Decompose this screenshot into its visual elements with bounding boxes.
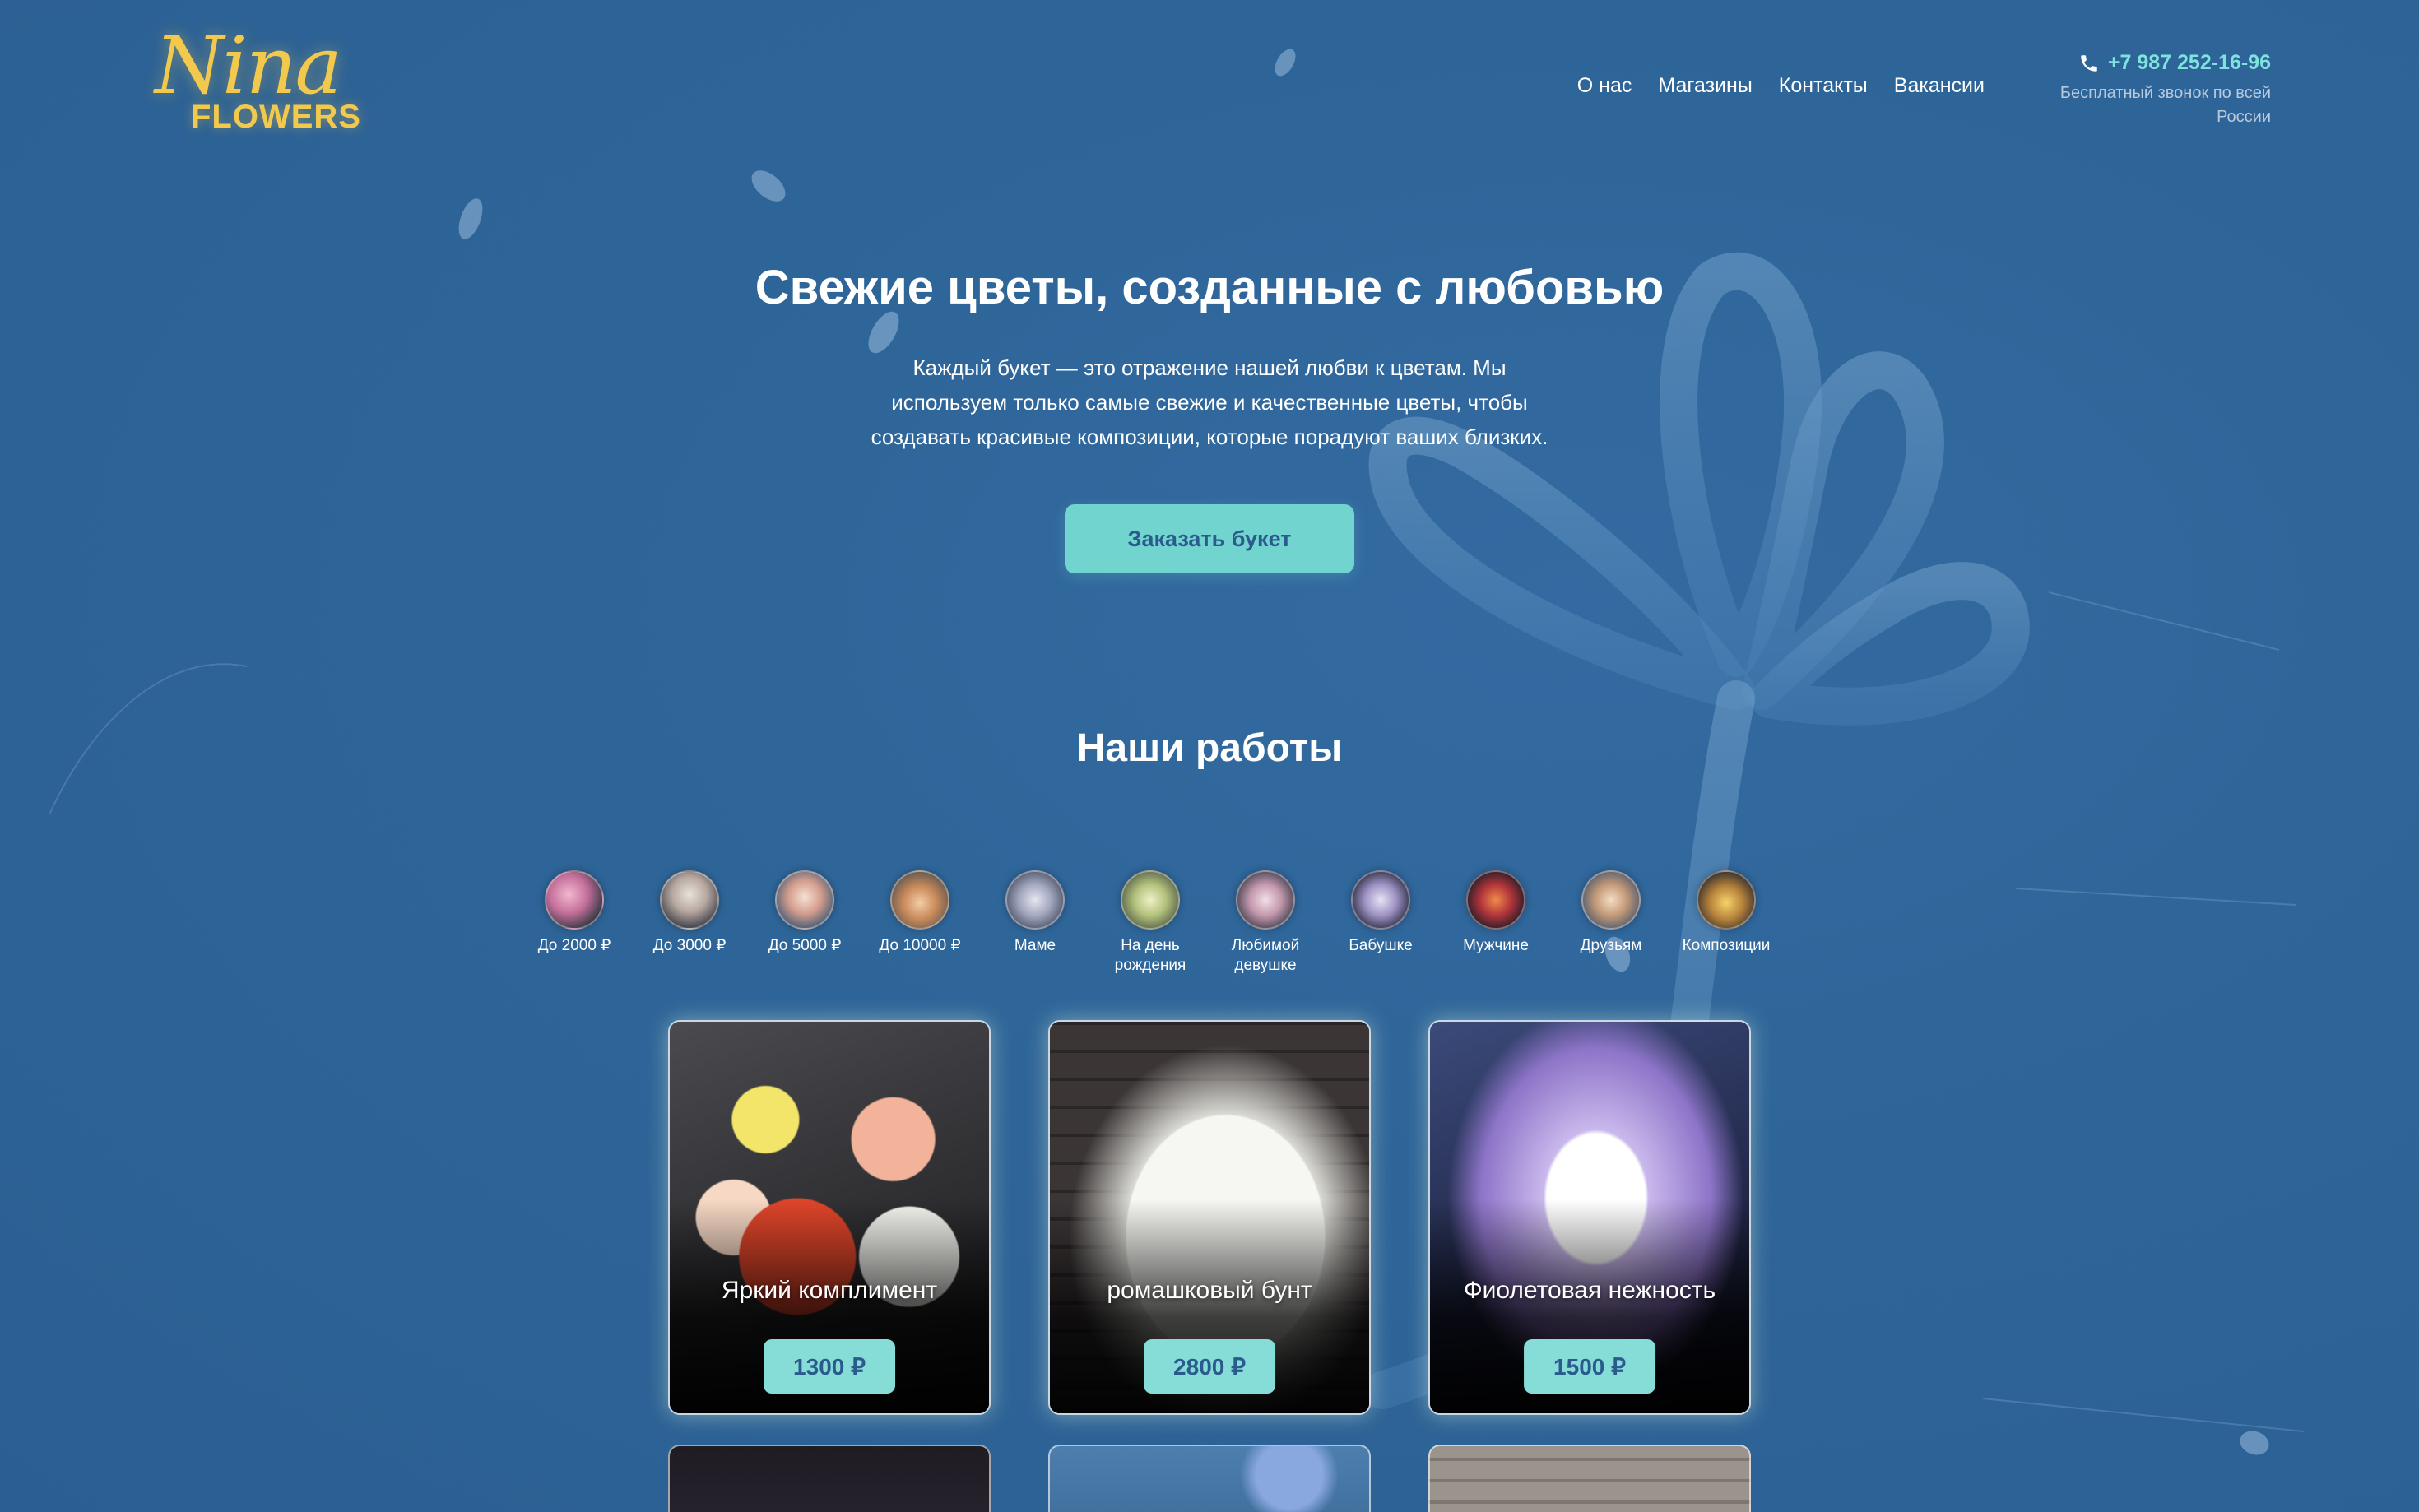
category-item[interactable]: До 5000 ₽	[747, 870, 862, 976]
product-title: ромашковый бунт	[1107, 1277, 1312, 1304]
main-nav: О нас Магазины Контакты Вакансии	[1577, 74, 1985, 98]
hero-text-line: создавать красивые композиции, которые п…	[871, 424, 1548, 449]
category-item[interactable]: Композиции	[1669, 870, 1784, 976]
category-label: Мужчине	[1463, 937, 1529, 954]
phone-icon	[2081, 54, 2097, 72]
category-item[interactable]: Бабушке	[1323, 870, 1438, 976]
category-thumbnail	[1005, 870, 1065, 930]
product-title: Фиолетовая нежность	[1463, 1277, 1716, 1304]
category-label: До 5000 ₽	[768, 937, 842, 954]
works-title: Наши работы	[1076, 726, 1343, 770]
product-price-button[interactable]: 1300 ₽	[764, 1339, 895, 1394]
nav-item-contacts[interactable]: Контакты	[1779, 74, 1868, 98]
phone-link[interactable]: +7 987 252-16-96	[2108, 51, 2271, 75]
category-item[interactable]: Друзьям	[1553, 870, 1669, 976]
product-card-partial[interactable]	[1048, 1445, 1371, 1512]
category-item[interactable]: На день рождения	[1093, 870, 1208, 976]
product-grid: Яркий комплимент 1300 ₽ ромашковый бунт …	[668, 1020, 1751, 1512]
product-card-partial[interactable]	[1428, 1445, 1751, 1512]
category-label: Любимой девушке	[1231, 937, 1300, 974]
phone-note-line: России	[2217, 108, 2271, 126]
category-item[interactable]: До 10000 ₽	[862, 870, 977, 976]
logo-word-text: FLOWERS	[191, 99, 361, 135]
product-card[interactable]: Яркий комплимент 1300 ₽	[668, 1020, 991, 1415]
hero-text-line: Каждый букет — это отражение нашей любви…	[912, 355, 1507, 380]
category-label: До 3000 ₽	[652, 937, 727, 954]
category-label: На день рождения	[1114, 937, 1186, 974]
category-thumbnail	[1236, 870, 1295, 930]
hero-description: Каждый букет — это отражение нашей любви…	[831, 350, 1588, 454]
category-label: Бабушке	[1349, 937, 1413, 954]
brand-logo[interactable]: Nina FLOWERS	[155, 20, 360, 151]
category-label: До 10000 ₽	[879, 937, 961, 954]
phone-note: Бесплатный звонок по всей России	[2008, 81, 2271, 129]
product-card[interactable]: ромашковый бунт 2800 ₽	[1048, 1020, 1371, 1415]
category-thumbnail	[660, 870, 719, 930]
category-label: Маме	[1014, 937, 1056, 954]
contact-block: +7 987 252-16-96 Бесплатный звонок по вс…	[2008, 51, 2271, 129]
category-thumbnail	[545, 870, 604, 930]
nav-item-stores[interactable]: Магазины	[1658, 74, 1752, 98]
category-thumbnail	[1697, 870, 1756, 930]
category-item[interactable]: Маме	[977, 870, 1093, 976]
phone-row: +7 987 252-16-96	[2008, 51, 2271, 75]
order-bouquet-button[interactable]: Заказать букет	[1065, 504, 1354, 573]
category-thumbnail	[1121, 870, 1180, 930]
product-price-button[interactable]: 1500 ₽	[1524, 1339, 1655, 1394]
category-item[interactable]: Любимой девушке	[1208, 870, 1323, 976]
product-price-button[interactable]: 2800 ₽	[1144, 1339, 1275, 1394]
category-item[interactable]: Мужчине	[1438, 870, 1553, 976]
product-card-partial[interactable]	[668, 1445, 991, 1512]
nav-item-vacancies[interactable]: Вакансии	[1894, 74, 1985, 98]
category-label: До 2000 ₽	[537, 937, 611, 954]
phone-note-line: Бесплатный звонок по всей	[2059, 84, 2271, 102]
category-item[interactable]: До 3000 ₽	[632, 870, 747, 976]
category-thumbnail	[775, 870, 834, 930]
nav-item-about[interactable]: О нас	[1577, 74, 1632, 98]
category-thumbnail	[890, 870, 949, 930]
category-thumbnail	[1466, 870, 1525, 930]
category-label: Композиции	[1682, 937, 1771, 954]
hero-text-line: используем только самые свежие и качеств…	[891, 390, 1528, 415]
category-label: Друзьям	[1580, 937, 1642, 954]
category-thumbnail	[1581, 870, 1641, 930]
category-thumbnail	[1351, 870, 1410, 930]
category-item[interactable]: До 2000 ₽	[517, 870, 632, 976]
hero-title: Свежие цветы, созданные с любовью	[754, 261, 1665, 314]
product-title: Яркий комплимент	[721, 1277, 938, 1304]
category-list: До 2000 ₽ До 3000 ₽ До 5000 ₽ До 10000 ₽…	[517, 870, 1784, 976]
product-card[interactable]: Фиолетовая нежность 1500 ₽	[1428, 1020, 1751, 1415]
